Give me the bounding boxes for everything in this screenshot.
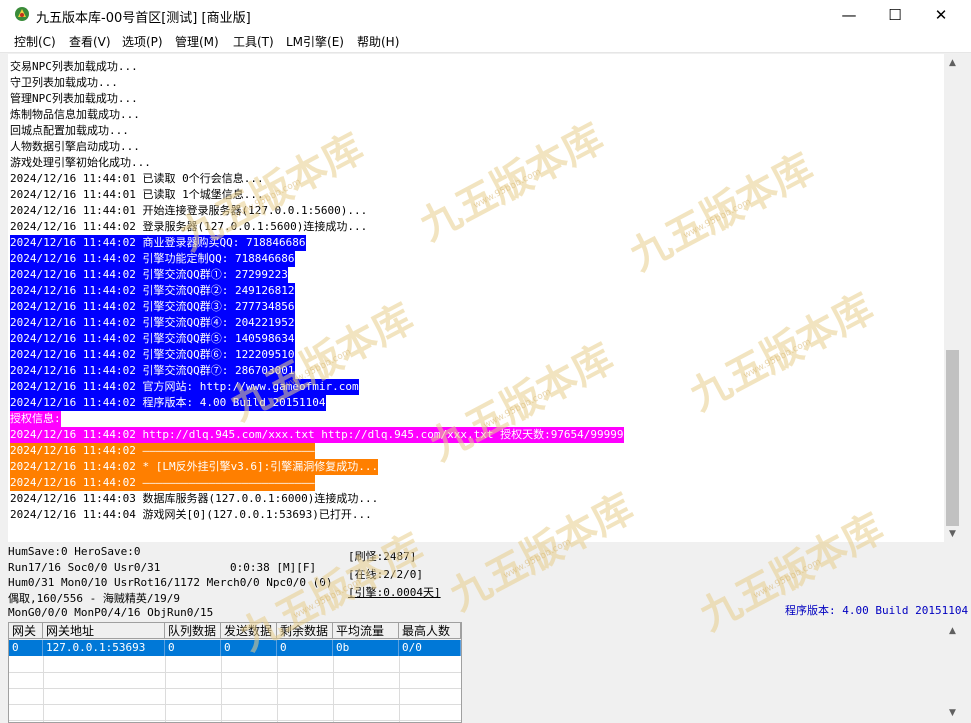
menu-control[interactable]: 控制(C) (14, 33, 56, 50)
table-scrollbar[interactable]: ▲ ▼ (944, 622, 961, 721)
empty-row (9, 672, 461, 689)
log-line: 授权信息: (10, 411, 61, 427)
log-line: 2024/12/16 11:44:02 官方网站: http://www.gam… (10, 379, 359, 395)
log-line: 2024/12/16 11:44:01 已读取 0个行会信息... (10, 172, 264, 185)
status-map-info: 偶取,160/556 - 海贼精英/19/9 (8, 592, 180, 605)
empty-row (9, 704, 461, 721)
log-line: 2024/12/16 11:44:02 引擎交流QQ群③: 277734856 (10, 299, 295, 315)
status-save-counts: HumSave:0 HeroSave:0 (8, 545, 141, 558)
log-line: 2024/12/16 11:44:02 引擎交流QQ群⑦: 286703001 (10, 363, 295, 379)
log-line: 2024/12/16 11:44:02 引擎交流QQ群④: 204221952 (10, 315, 295, 331)
log-line: 2024/12/16 11:44:03 数据库服务器(127.0.0.1:600… (10, 492, 379, 505)
menu-bar: 控制(C) 查看(V) 选项(P) 管理(M) 工具(T) LM引擎(E) 帮助… (0, 30, 971, 53)
log-scrollbar[interactable]: ▲ ▼ (944, 54, 961, 542)
log-line: 2024/12/16 11:44:02 引擎交流QQ群⑥: 122209510 (10, 347, 295, 363)
cell-gateway-address: 127.0.0.1:53693 (43, 640, 165, 656)
menu-lm-engine[interactable]: LM引擎(E) (286, 33, 344, 50)
arrow-down-icon[interactable]: ▼ (944, 525, 961, 542)
log-line: 2024/12/16 11:44:02 ————————————————————… (10, 443, 315, 459)
log-line: 2024/12/16 11:44:04 游戏网关[0](127.0.0.1:53… (10, 508, 372, 521)
menu-tools[interactable]: 工具(T) (233, 33, 274, 50)
column-divider (165, 656, 166, 722)
column-divider (399, 656, 400, 722)
log-line: 人物数据引擎启动成功... (10, 140, 140, 153)
status-panel: HumSave:0 HeroSave:0 Run17/16 Soc0/0 Usr… (8, 544, 968, 620)
log-line: 2024/12/16 11:44:02 引擎功能定制QQ: 718846686 (10, 251, 295, 267)
status-run-counts: Run17/16 Soc0/0 Usr0/31 (8, 561, 161, 574)
cell-queue-data: 0 (165, 640, 221, 656)
table-header: 网关 网关地址 队列数据 发送数据 剩余数据 平均流量 最高人数 (9, 623, 461, 640)
col-gateway[interactable]: 网关 (9, 623, 43, 639)
log-line: 2024/12/16 11:44:02 商业登录器购买QQ: 718846686 (10, 235, 306, 251)
log-line: 2024/12/16 11:44:02 程序版本: 4.00 Build 201… (10, 395, 326, 411)
cell-avg-traffic: 0b (333, 640, 399, 656)
column-divider (277, 656, 278, 722)
status-timer: 0:0:38 [M][F] (230, 561, 317, 574)
menu-options[interactable]: 选项(P) (122, 33, 163, 50)
app-logo-icon (15, 7, 29, 21)
table-row[interactable]: 0 127.0.0.1:53693 0 0 0 0b 0/0 (9, 640, 461, 656)
refresh-monster-count: [刷怪:2487] (348, 550, 417, 563)
empty-row (9, 656, 461, 673)
arrow-up-icon[interactable]: ▲ (944, 622, 961, 639)
column-divider (333, 656, 334, 722)
arrow-down-icon[interactable]: ▼ (944, 704, 961, 721)
log-line: 守卫列表加载成功... (10, 76, 118, 89)
col-remaining-data[interactable]: 剩余数据 (277, 623, 333, 639)
log-line: 2024/12/16 11:44:01 已读取 1个城堡信息... (10, 188, 264, 201)
log-line: 2024/12/16 11:44:02 引擎交流QQ群②: 249126812 (10, 283, 295, 299)
log-line: 2024/12/16 11:44:02 引擎交流QQ群①: 27299223 (10, 267, 288, 283)
engine-days[interactable]: [引擎:0.0004天] (348, 584, 441, 600)
cell-max-users: 0/0 (399, 640, 461, 656)
col-queue-data[interactable]: 队列数据 (165, 623, 221, 639)
col-max-users[interactable]: 最高人数 (399, 623, 461, 639)
minimize-button[interactable]: — (826, 0, 872, 30)
empty-panel (462, 622, 946, 721)
maximize-button[interactable]: ☐ (872, 0, 918, 30)
menu-manage[interactable]: 管理(M) (175, 33, 219, 50)
col-gateway-address[interactable]: 网关地址 (43, 623, 165, 639)
gateway-table[interactable]: 网关 网关地址 队列数据 发送数据 剩余数据 平均流量 最高人数 0 127.0… (8, 622, 462, 723)
program-version: 程序版本: 4.00 Build 20151104 (785, 604, 969, 617)
window-title: 九五版本库-00号首区[测试] [商业版] (36, 11, 251, 26)
log-line: 游戏处理引擎初始化成功... (10, 156, 151, 169)
title-bar: 九五版本库-00号首区[测试] [商业版] — ☐ ✕ (0, 0, 971, 30)
log-line: 回城点配置加载成功... (10, 124, 129, 137)
column-divider (221, 656, 222, 722)
col-send-data[interactable]: 发送数据 (221, 623, 277, 639)
log-line: 2024/12/16 11:44:02 http://dlq.945.com/x… (10, 427, 624, 443)
status-mon-counts: MonG0/0/0 MonP0/4/16 ObjRun0/15 (8, 606, 214, 619)
log-line: 2024/12/16 11:44:01 开始连接登录服务器(127.0.0.1:… (10, 204, 368, 217)
cell-remaining-data: 0 (277, 640, 333, 656)
col-avg-traffic[interactable]: 平均流量 (333, 623, 399, 639)
log-line: 2024/12/16 11:44:02 引擎交流QQ群⑤: 140598634 (10, 331, 295, 347)
log-line: 炼制物品信息加载成功... (10, 108, 140, 121)
online-count: [在线:2/2/0] (348, 568, 423, 581)
log-line: 2024/12/16 11:44:02 ————————————————————… (10, 475, 315, 491)
cell-gateway: 0 (9, 640, 43, 656)
empty-row (9, 688, 461, 705)
log-line: 管理NPC列表加载成功... (10, 92, 138, 105)
status-hum-counts: Hum0/31 Mon0/10 UsrRot16/1172 Merch0/0 N… (8, 576, 333, 589)
menu-view[interactable]: 查看(V) (69, 33, 111, 50)
close-button[interactable]: ✕ (918, 0, 964, 30)
cell-send-data: 0 (221, 640, 277, 656)
log-line: 2024/12/16 11:44:02 登录服务器(127.0.0.1:5600… (10, 220, 368, 233)
log-line: 2024/12/16 11:44:02 * [LM反外挂引擎v3.6]:引擎漏洞… (10, 459, 379, 475)
menu-help[interactable]: 帮助(H) (357, 33, 399, 50)
arrow-up-icon[interactable]: ▲ (944, 54, 961, 71)
log-line: 交易NPC列表加载成功... (10, 60, 138, 73)
log-panel[interactable]: 交易NPC列表加载成功... 守卫列表加载成功... 管理NPC列表加载成功... 炼… (8, 54, 944, 542)
scrollbar-thumb[interactable] (946, 350, 959, 526)
column-divider (43, 656, 44, 722)
